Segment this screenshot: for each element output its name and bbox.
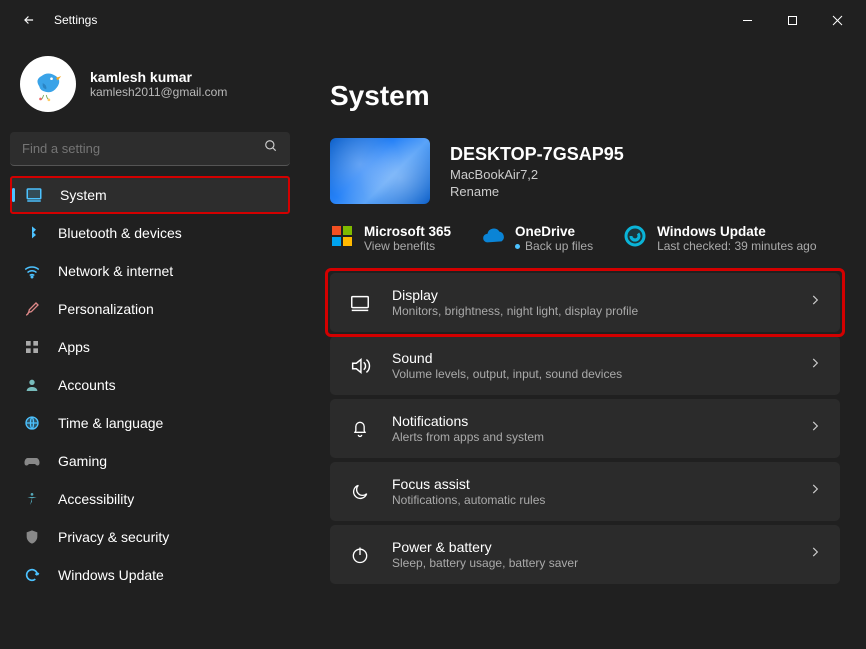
nav-time[interactable]: Time & language [10, 404, 290, 442]
bell-icon [348, 419, 372, 439]
brush-icon [22, 299, 42, 319]
setting-title: Notifications [392, 413, 808, 429]
setting-display[interactable]: Display Monitors, brightness, night ligh… [330, 273, 840, 332]
accessibility-icon [22, 489, 42, 509]
power-icon [348, 545, 372, 565]
device-name: DESKTOP-7GSAP95 [450, 144, 624, 165]
search-input[interactable] [22, 141, 264, 156]
device-section: DESKTOP-7GSAP95 MacBookAir7,2 Rename [330, 138, 840, 204]
setting-sub: Volume levels, output, input, sound devi… [392, 367, 808, 381]
nav-label: Bluetooth & devices [58, 225, 182, 241]
sidebar: kamlesh kumar kamlesh2011@gmail.com Syst… [0, 40, 300, 649]
service-sub: View benefits [364, 239, 451, 253]
user-profile[interactable]: kamlesh kumar kamlesh2011@gmail.com [10, 50, 300, 126]
nav-label: Windows Update [58, 567, 164, 583]
back-button[interactable] [14, 5, 44, 35]
window-title: Settings [54, 13, 97, 27]
nav-label: Time & language [58, 415, 163, 431]
m365-icon [330, 224, 354, 248]
display-icon [348, 292, 372, 314]
page-title: System [330, 80, 840, 112]
setting-sub: Notifications, automatic rules [392, 493, 808, 507]
person-icon [22, 375, 42, 395]
setting-focus[interactable]: Focus assist Notifications, automatic ru… [330, 462, 840, 521]
service-onedrive[interactable]: OneDrive Back up files [481, 224, 593, 253]
onedrive-icon [481, 224, 505, 248]
service-title: Windows Update [657, 224, 816, 239]
nav-bluetooth[interactable]: Bluetooth & devices [10, 214, 290, 252]
nav-personalization[interactable]: Personalization [10, 290, 290, 328]
nav-gaming[interactable]: Gaming [10, 442, 290, 480]
sound-icon [348, 355, 372, 377]
wifi-icon [22, 261, 42, 281]
service-title: OneDrive [515, 224, 593, 239]
windows-update-icon [623, 224, 647, 248]
nav-label: Accessibility [58, 491, 134, 507]
setting-title: Power & battery [392, 539, 808, 555]
nav-privacy[interactable]: Privacy & security [10, 518, 290, 556]
setting-notifications[interactable]: Notifications Alerts from apps and syste… [330, 399, 840, 458]
setting-sound[interactable]: Sound Volume levels, output, input, soun… [330, 336, 840, 395]
shield-icon [22, 527, 42, 547]
nav-accessibility[interactable]: Accessibility [10, 480, 290, 518]
chevron-right-icon [808, 293, 822, 312]
settings-list: Display Monitors, brightness, night ligh… [330, 273, 840, 584]
nav-apps[interactable]: Apps [10, 328, 290, 366]
setting-sub: Sleep, battery usage, battery saver [392, 556, 808, 570]
nav-label: Apps [58, 339, 90, 355]
avatar [20, 56, 76, 112]
titlebar: Settings [0, 0, 866, 40]
chevron-right-icon [808, 482, 822, 501]
services-row: Microsoft 365 View benefits OneDrive Bac… [330, 224, 840, 253]
setting-title: Display [392, 287, 808, 303]
user-name: kamlesh kumar [90, 69, 227, 85]
globe-icon [22, 413, 42, 433]
nav-network[interactable]: Network & internet [10, 252, 290, 290]
service-sub: Back up files [515, 239, 593, 253]
search-box[interactable] [10, 132, 290, 166]
service-m365[interactable]: Microsoft 365 View benefits [330, 224, 451, 253]
service-title: Microsoft 365 [364, 224, 451, 239]
nav-label: Personalization [58, 301, 154, 317]
chevron-right-icon [808, 356, 822, 375]
main-content: System DESKTOP-7GSAP95 MacBookAir7,2 Ren… [300, 40, 866, 649]
minimize-button[interactable] [725, 5, 770, 35]
setting-sub: Monitors, brightness, night light, displ… [392, 304, 808, 318]
update-icon [22, 565, 42, 585]
nav-label: Accounts [58, 377, 116, 393]
system-icon [24, 185, 44, 205]
maximize-button[interactable] [770, 5, 815, 35]
setting-sub: Alerts from apps and system [392, 430, 808, 444]
setting-title: Focus assist [392, 476, 808, 492]
service-sub: Last checked: 39 minutes ago [657, 239, 816, 253]
gaming-icon [22, 451, 42, 471]
apps-icon [22, 337, 42, 357]
nav-label: System [60, 187, 107, 203]
chevron-right-icon [808, 545, 822, 564]
nav-system[interactable]: System [10, 176, 290, 214]
user-email: kamlesh2011@gmail.com [90, 85, 227, 99]
setting-title: Sound [392, 350, 808, 366]
moon-icon [348, 482, 372, 502]
nav-update[interactable]: Windows Update [10, 556, 290, 594]
search-icon [264, 139, 278, 158]
setting-power[interactable]: Power & battery Sleep, battery usage, ba… [330, 525, 840, 584]
rename-link[interactable]: Rename [450, 184, 624, 199]
device-wallpaper [330, 138, 430, 204]
nav-label: Gaming [58, 453, 107, 469]
service-update[interactable]: Windows Update Last checked: 39 minutes … [623, 224, 816, 253]
close-button[interactable] [815, 5, 860, 35]
nav-label: Privacy & security [58, 529, 169, 545]
nav-label: Network & internet [58, 263, 173, 279]
device-model: MacBookAir7,2 [450, 167, 624, 182]
bluetooth-icon [22, 223, 42, 243]
chevron-right-icon [808, 419, 822, 438]
nav: System Bluetooth & devices Network & int… [10, 176, 300, 594]
nav-accounts[interactable]: Accounts [10, 366, 290, 404]
